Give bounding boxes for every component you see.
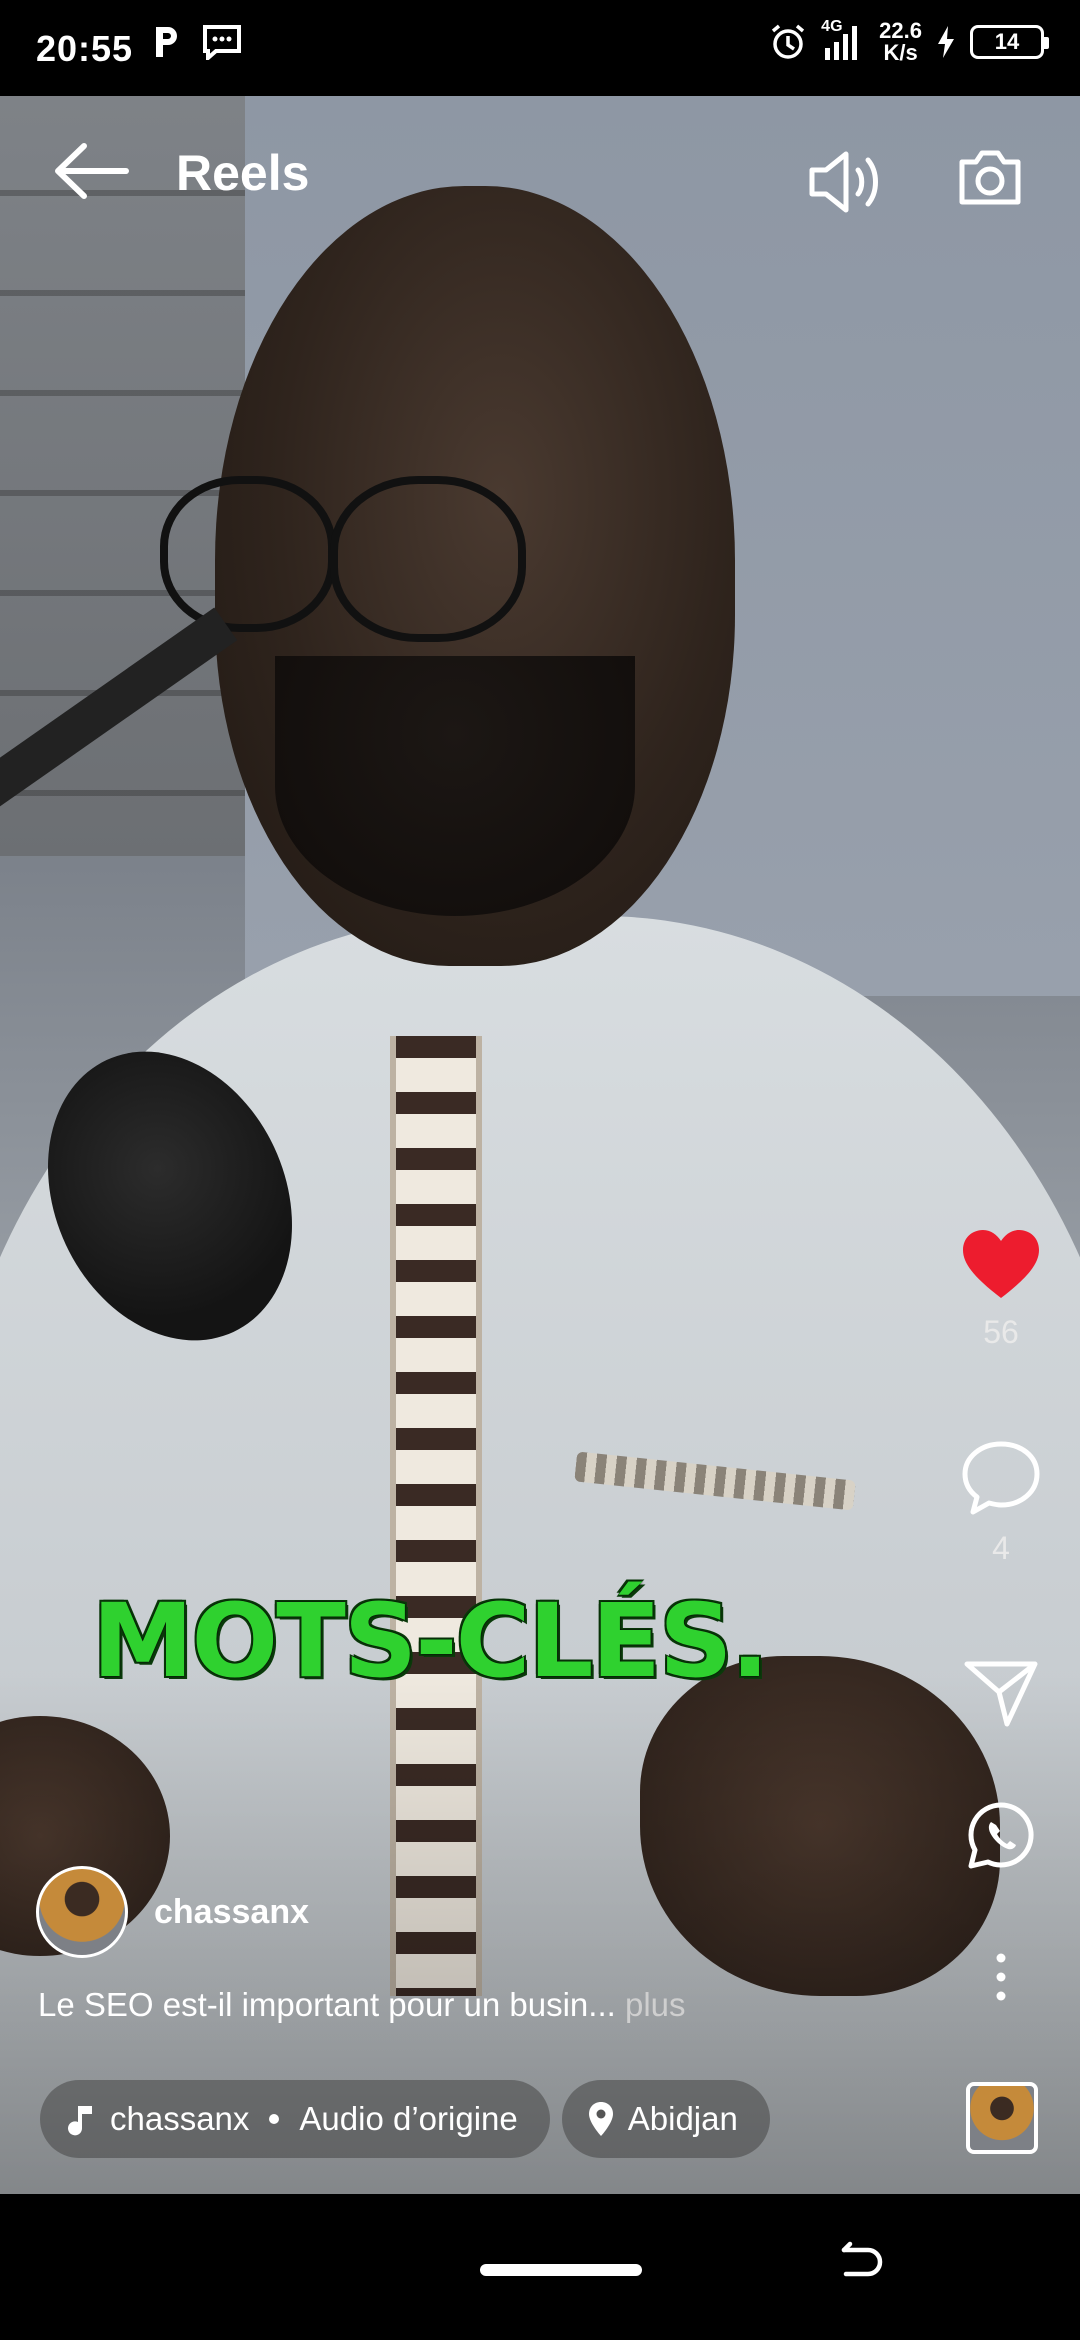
like-count: 56 [983, 1314, 1019, 1350]
reels-header: Reels [0, 96, 1080, 256]
camera-icon [959, 150, 1021, 205]
arrow-left-icon [55, 143, 129, 199]
volume-icon [809, 151, 878, 213]
camera-button[interactable] [954, 142, 1026, 214]
parking-app-icon [156, 27, 177, 57]
battery-indicator: 14 [970, 25, 1049, 59]
audio-thumbnail[interactable] [966, 2082, 1038, 2154]
status-time: 20:55 [36, 28, 134, 69]
post-description[interactable]: Le SEO est-il important pour un busin...… [38, 1986, 686, 2024]
speed-unit: K/s [883, 40, 918, 65]
post-chips: chassanx Audio d’origine Abidjan [40, 2080, 770, 2158]
audio-author: chassanx [110, 2100, 250, 2137]
navigation-bar [0, 2194, 1080, 2340]
post-author[interactable]: chassanx [36, 1866, 309, 1958]
alarm-icon [772, 24, 805, 59]
message-icon [203, 25, 241, 60]
comment-icon [962, 1441, 1040, 1515]
avatar[interactable] [36, 1866, 128, 1958]
more-link[interactable]: plus [616, 1986, 686, 2023]
status-bar: 20:55 4G 22.6 K/s 14 [0, 0, 1080, 96]
sound-toggle-button[interactable] [806, 142, 886, 222]
whatsapp-icon [968, 1802, 1034, 1869]
more-vertical-icon [996, 1953, 1006, 2001]
comment-count: 4 [992, 1530, 1010, 1566]
whatsapp-share-button[interactable] [950, 1800, 1052, 1872]
heart-icon [963, 1230, 1039, 1298]
share-button[interactable] [950, 1658, 1052, 1728]
status-notifications [152, 24, 242, 60]
speed-value: 22.6 [879, 18, 922, 43]
location-label: Abidjan [627, 2100, 738, 2137]
description-text: Le SEO est-il important pour un busin... [38, 1986, 616, 2023]
glasses-left-lens [160, 476, 336, 632]
page-title: Reels [176, 145, 310, 201]
music-note-icon [68, 2106, 92, 2136]
home-gesture-bar[interactable] [480, 2264, 642, 2276]
video-caption: MOTS-CLÉS. [92, 1582, 769, 1701]
status-right: 4G 22.6 K/s 14 [769, 18, 1049, 64]
nav-back-icon[interactable] [836, 2240, 886, 2290]
separator-dot [269, 2114, 280, 2124]
send-icon [964, 1661, 1038, 1727]
signal-icon: 4G [821, 18, 865, 62]
person-beard [275, 656, 635, 916]
username[interactable]: chassanx [154, 1893, 309, 1932]
glasses-right-lens [330, 476, 526, 642]
comment-button[interactable]: 4 [950, 1440, 1052, 1567]
more-options-button[interactable] [950, 1952, 1052, 2002]
audio-chip[interactable]: chassanx Audio d’origine [40, 2080, 550, 2158]
charging-icon [938, 26, 954, 58]
location-pin-icon [588, 2102, 613, 2136]
back-button[interactable] [48, 136, 134, 206]
location-chip[interactable]: Abidjan [561, 2080, 770, 2158]
like-button[interactable]: 56 [950, 1228, 1052, 1351]
network-speed: 22.6 K/s [879, 20, 922, 64]
audio-label: Audio d’origine [299, 2100, 518, 2137]
battery-level: 14 [994, 29, 1020, 54]
network-type: 4G [821, 18, 843, 35]
